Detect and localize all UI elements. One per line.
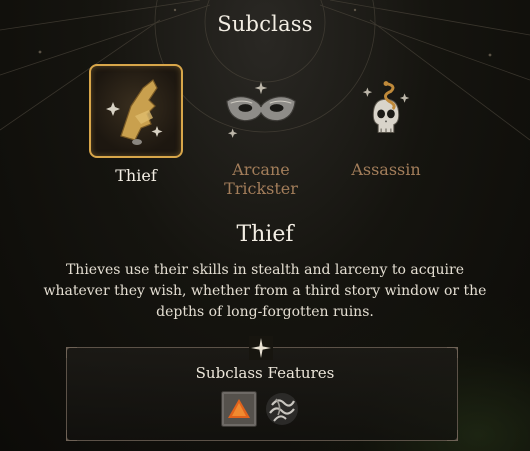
fast-hands-icon	[221, 391, 257, 427]
sparkle-icon	[249, 336, 273, 360]
subclass-features-title: Subclass Features	[195, 364, 335, 382]
subclass-option-thief[interactable]: Thief	[71, 64, 201, 185]
subclass-tile-thief[interactable]	[89, 64, 183, 158]
subclass-label-thief: Thief	[115, 166, 157, 185]
selected-subclass-description: Thieves use their skills in stealth and …	[43, 262, 487, 320]
subclass-option-arcane-trickster[interactable]: Arcane Trickster	[196, 64, 326, 198]
feature-fast-hands[interactable]	[221, 391, 257, 427]
subclass-tile-arcane-trickster[interactable]	[217, 64, 305, 152]
subclass-label-assassin: Assassin	[351, 160, 421, 179]
second-story-work-icon	[266, 393, 298, 425]
page-title: Subclass	[217, 12, 313, 36]
masquerade-mask-icon	[226, 81, 296, 138]
feature-second-story-work[interactable]	[264, 391, 300, 427]
subclass-label-arcane-trickster: Arcane Trickster	[224, 160, 298, 198]
subclass-tile-assassin[interactable]	[342, 64, 430, 152]
selected-subclass-title: Thief	[236, 222, 294, 247]
subclass-features-panel	[66, 347, 458, 441]
subclass-option-assassin[interactable]: Assassin	[321, 64, 451, 179]
skull-serpent-icon	[362, 81, 410, 133]
thief-hand-icon	[106, 79, 163, 145]
